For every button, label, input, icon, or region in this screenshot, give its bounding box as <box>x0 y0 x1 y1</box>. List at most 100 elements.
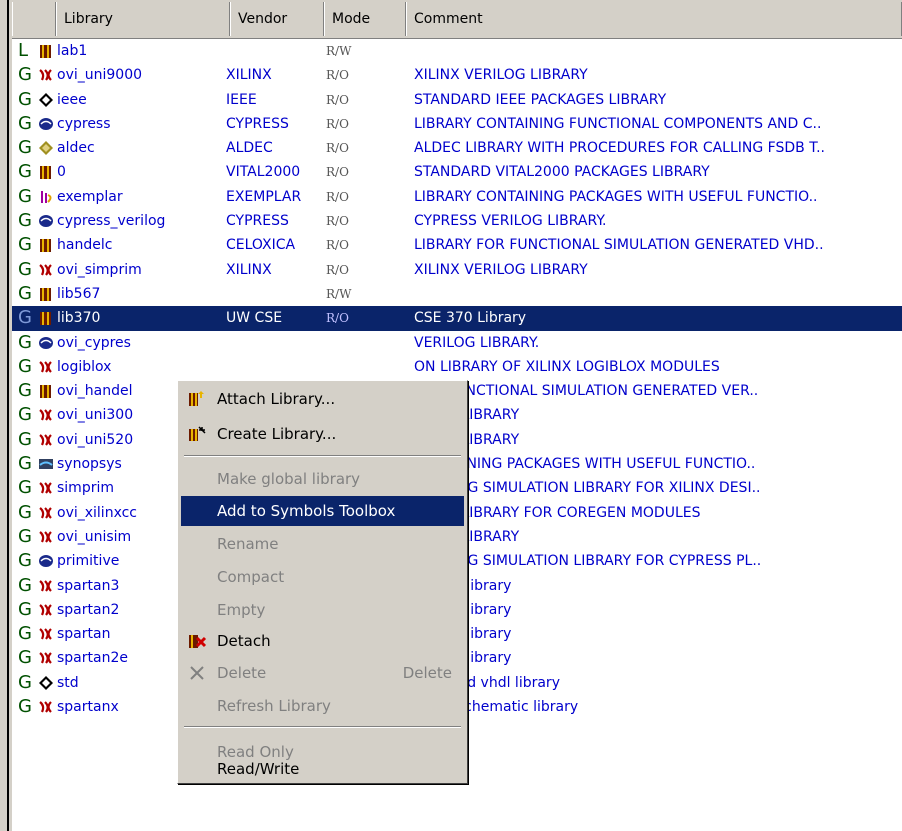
library-type-marker: G <box>18 477 32 499</box>
library-comment: ematic library <box>414 626 512 643</box>
library-vendor: EXEMPLAR <box>226 188 302 205</box>
library-type-marker: G <box>18 550 32 572</box>
attach-library-icon <box>189 391 204 406</box>
library-row[interactable]: Govi_cypres VERILOG LIBRARY. <box>12 331 902 355</box>
menu-refresh-library[interactable]: Refresh Library <box>181 691 464 721</box>
library-vendor: CYPRESS <box>226 115 289 132</box>
xilinx-icon <box>38 407 54 423</box>
library-comment: CSE 370 Library <box>414 310 527 327</box>
library-type-marker: G <box>18 453 32 475</box>
menu-separator <box>184 455 461 457</box>
xilinx-icon <box>38 578 54 594</box>
cypress-icon <box>38 553 54 569</box>
library-type-marker: L <box>18 40 29 61</box>
menu-empty[interactable]: Empty <box>181 595 464 625</box>
library-type-marker: G <box>18 307 32 329</box>
library-row[interactable]: Govi_uni9000 XILINX R/O XILINX VERILOG LIBR… <box>12 63 902 87</box>
menu-separator <box>184 726 461 728</box>
library-row[interactable]: Glib370 UW CSE R/O CSE 370 Library <box>12 306 902 331</box>
library-comment: ematic library <box>414 601 512 618</box>
xilinx-icon <box>38 602 54 618</box>
library-mode: R/O <box>326 68 349 83</box>
library-name: ovi_uni9000 <box>57 67 143 84</box>
library-mode: R/O <box>326 141 349 156</box>
library-row[interactable]: Glogiblox ON LIBRARY OF XILINX LOGIBLOX M… <box>12 355 902 379</box>
menu-detach[interactable]: Detach <box>181 626 464 656</box>
xilinx-icon <box>38 699 54 715</box>
library-type-marker: G <box>18 598 32 620</box>
library-row[interactable]: Ghandelc CELOXICA R/O LIBRARY FOR FUNCTIONA… <box>12 233 902 257</box>
library-row[interactable]: Llab1 R/W <box>12 39 902 63</box>
library-name: aldec <box>57 140 95 157</box>
menu-delete[interactable]: Delete Delete <box>181 658 464 688</box>
library-vendor: ALDEC <box>226 140 273 157</box>
delete-icon <box>190 666 204 680</box>
library-comment: ematic library <box>414 650 512 667</box>
library-comment: RILOG LIBRARY <box>414 407 520 424</box>
menu-compact[interactable]: Compact <box>181 562 464 592</box>
library-name: ieee <box>57 91 87 108</box>
library-row[interactable]: Glib567 R/W <box>12 282 902 306</box>
xilinx-icon <box>38 626 54 642</box>
menu-attach-library[interactable]: Attach Library... <box>181 384 464 414</box>
library-mode: R/O <box>326 189 349 204</box>
column-header-library[interactable]: Library <box>56 2 230 36</box>
library-type-marker: G <box>18 210 32 232</box>
menu-add-to-symbols-toolbox[interactable]: Add to Symbols Toolbox <box>181 496 464 526</box>
column-header-vendor[interactable]: Vendor <box>230 2 324 36</box>
library-comment: standard vhdl library <box>414 674 560 691</box>
library-type-marker: G <box>18 501 32 523</box>
library-comment: R TIMING SIMULATION LIBRARY FOR CYPRESS … <box>414 553 762 570</box>
library-type-marker: G <box>18 574 32 596</box>
library-type-marker: G <box>18 112 32 134</box>
library-type-marker: G <box>18 88 32 110</box>
library-type-marker: G <box>18 355 32 377</box>
library-type-marker: G <box>18 428 32 450</box>
book-icon <box>38 383 54 399</box>
library-comment: ematic library <box>414 577 512 594</box>
library-comment: CYPRESS VERILOG LIBRARY. <box>414 213 607 230</box>
library-vendor: XILINX <box>226 67 272 84</box>
library-row[interactable]: Gieee IEEE R/O STANDARD IEEE PACKAGES LIBRA… <box>12 88 902 112</box>
library-row[interactable]: G 0 VITAL2000 R/O STANDARD VITAL2000 PACKAGE… <box>12 160 902 184</box>
menu-rename[interactable]: Rename <box>181 529 464 559</box>
library-mode: R/O <box>326 214 349 229</box>
book-icon <box>38 43 54 59</box>
library-row[interactable]: Galdec ALDEC R/O ALDEC LIBRARY WITH PROCEDU… <box>12 136 902 160</box>
library-type-marker: G <box>18 185 32 207</box>
library-type-marker: G <box>18 137 32 159</box>
library-vendor: VITAL2000 <box>226 164 301 181</box>
ieee-icon <box>38 675 54 691</box>
column-header-type[interactable] <box>12 2 56 36</box>
library-mode: R/O <box>326 262 349 277</box>
menu-create-library[interactable]: Create Library... <box>181 419 464 449</box>
xilinx-icon <box>38 432 54 448</box>
column-header-mode[interactable]: Mode <box>324 2 406 36</box>
library-comment: CONTAINING PACKAGES WITH USEFUL FUNCTIO.… <box>414 456 756 473</box>
library-name: lab1 <box>57 43 88 59</box>
library-mode: R/O <box>326 238 349 253</box>
menu-make-global[interactable]: Make global library <box>181 464 464 494</box>
library-comment: STANDARD IEEE PACKAGES LIBRARY <box>414 91 667 108</box>
xilinx-icon <box>38 67 54 83</box>
library-row[interactable]: Gexemplar EXEMPLAR R/O LIBRARY CONTAINING P… <box>12 185 902 209</box>
menu-detach-label: Detach <box>217 632 271 650</box>
library-name: cypress_verilog <box>57 213 166 230</box>
library-type-marker: G <box>18 234 32 256</box>
column-header-comment[interactable]: Comment <box>406 2 902 36</box>
menu-read-write[interactable]: Read/Write <box>181 754 464 784</box>
library-row[interactable]: Govi_simprim XILINX R/O XILINX VERILOG LIBR… <box>12 258 902 282</box>
library-comment: RILOG LIBRARY <box>414 431 520 448</box>
library-mode: R/W <box>326 286 352 301</box>
library-mode: R/O <box>326 311 349 326</box>
library-comment: LIBRARY CONTAINING PACKAGES WITH USEFUL … <box>414 188 818 205</box>
library-row[interactable]: Gcypress_verilog CYPRESS R/O CYPRESS VERILO… <box>12 209 902 233</box>
library-row[interactable]: Gcypress CYPRESS R/O LIBRARY CONTAINING FUN… <box>12 112 902 136</box>
library-name: logiblox <box>57 358 112 375</box>
xilinx-icon <box>38 359 54 375</box>
cypress-icon <box>38 335 54 351</box>
library-name: lib567 <box>57 285 101 302</box>
library-vendor: UW CSE <box>226 310 283 327</box>
xilinx-icon <box>38 262 54 278</box>
context-menu: Attach Library... Create Library... Make… <box>177 380 468 784</box>
